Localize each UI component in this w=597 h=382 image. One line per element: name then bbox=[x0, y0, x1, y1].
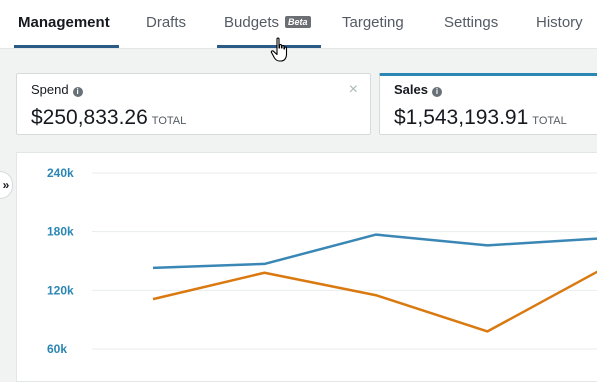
y-tick-label: 240k bbox=[47, 166, 74, 180]
y-tick-label: 120k bbox=[47, 283, 74, 297]
performance-chart: 240k 180k 120k 60k bbox=[47, 166, 597, 356]
series-line-2 bbox=[152, 270, 597, 333]
y-tick-label: 180k bbox=[47, 225, 74, 239]
y-tick-label: 60k bbox=[47, 342, 67, 356]
series-line-1 bbox=[152, 233, 597, 270]
